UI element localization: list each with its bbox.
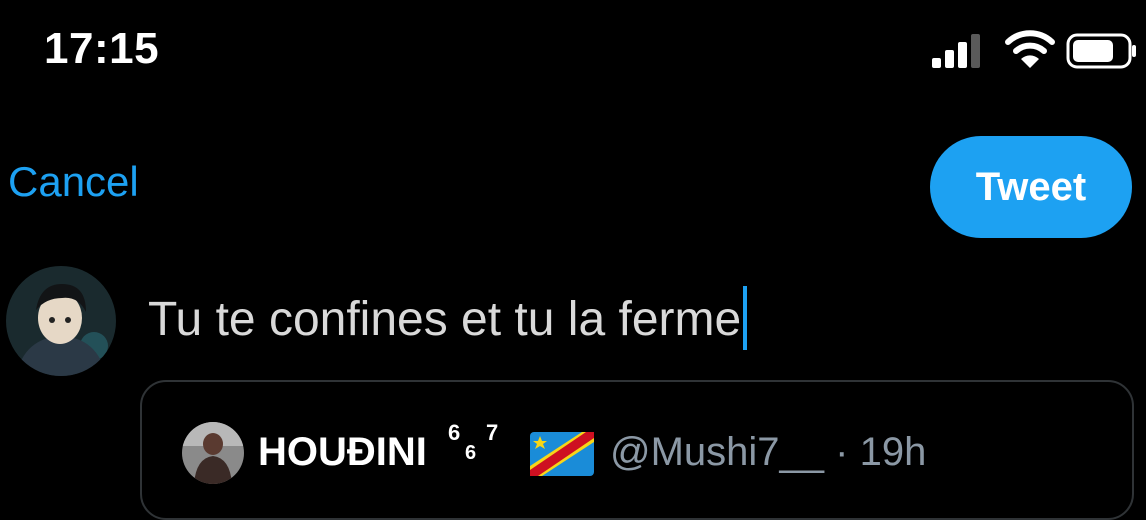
- user-avatar-icon: [6, 266, 116, 376]
- tweet-button[interactable]: Tweet: [930, 136, 1132, 238]
- quoted-tweet-avatar: [182, 422, 244, 484]
- name-badge-sub: 6: [465, 442, 477, 464]
- text-cursor: [743, 286, 748, 351]
- quoted-user-avatar-icon: [182, 422, 244, 484]
- quoted-handle-time: @Mushi7__ · 19h: [610, 430, 927, 474]
- status-bar: 17:15: [0, 0, 1146, 100]
- compose-textarea[interactable]: Tu te confines et tu la ferme: [148, 286, 748, 351]
- name-badge-sup: 6: [448, 420, 461, 445]
- compose-text: Tu te confines et tu la ferme: [148, 293, 742, 346]
- avatar[interactable]: [6, 266, 116, 376]
- signal-icon: [932, 34, 980, 68]
- status-time: 17:15: [44, 24, 160, 73]
- name-badge-sup2: 7: [486, 420, 499, 445]
- battery-icon: [1066, 33, 1136, 69]
- drc-flag-icon: [530, 432, 594, 476]
- cancel-button[interactable]: Cancel: [8, 158, 139, 206]
- wifi-icon: [1005, 30, 1055, 68]
- quoted-display-name: HOUĐINI: [258, 430, 427, 474]
